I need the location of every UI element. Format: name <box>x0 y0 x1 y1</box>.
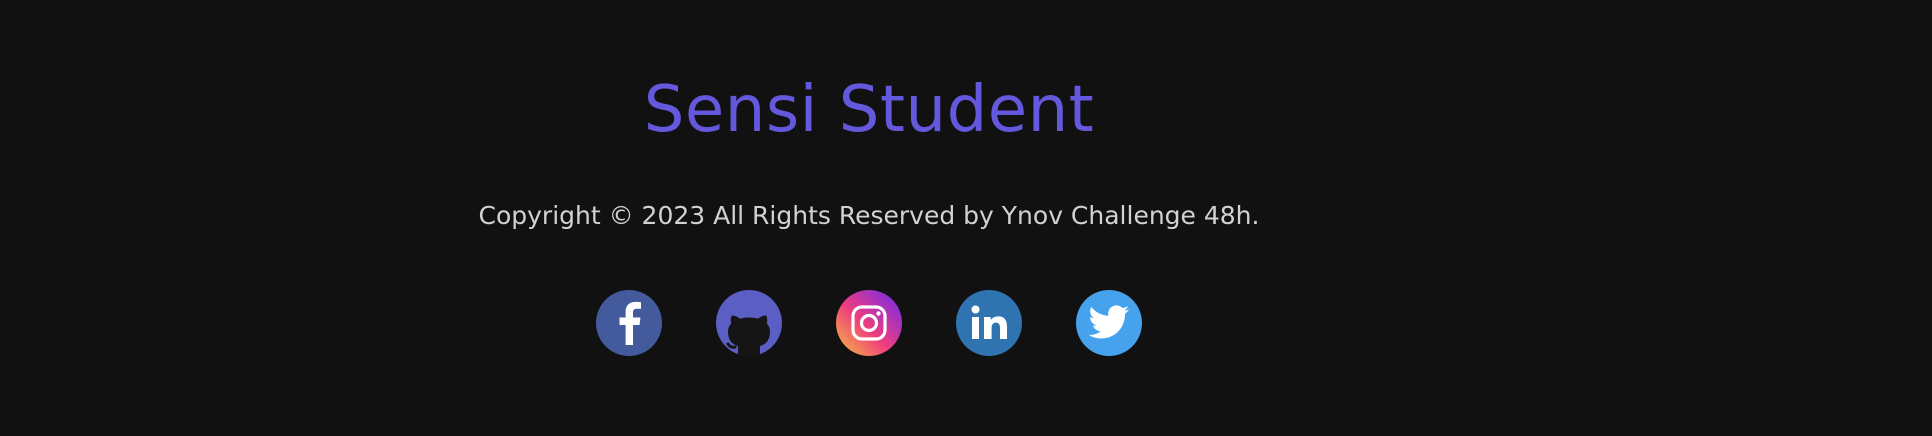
linkedin-icon <box>971 305 1007 339</box>
footer-brand-title: Sensi Student <box>643 73 1095 147</box>
instagram-link[interactable] <box>836 290 902 356</box>
social-links <box>596 290 1142 356</box>
copyright-text: Copyright © 2023 All Rights Reserved by … <box>478 201 1260 230</box>
twitter-icon <box>1088 305 1129 339</box>
instagram-icon <box>851 305 887 341</box>
facebook-icon <box>619 301 641 345</box>
linkedin-link[interactable] <box>956 290 1022 356</box>
twitter-link[interactable] <box>1076 290 1142 356</box>
facebook-link[interactable] <box>596 290 662 356</box>
github-icon <box>726 315 770 356</box>
github-link[interactable] <box>716 290 782 356</box>
site-footer: Sensi Student Copyright © 2023 All Right… <box>0 0 1932 436</box>
